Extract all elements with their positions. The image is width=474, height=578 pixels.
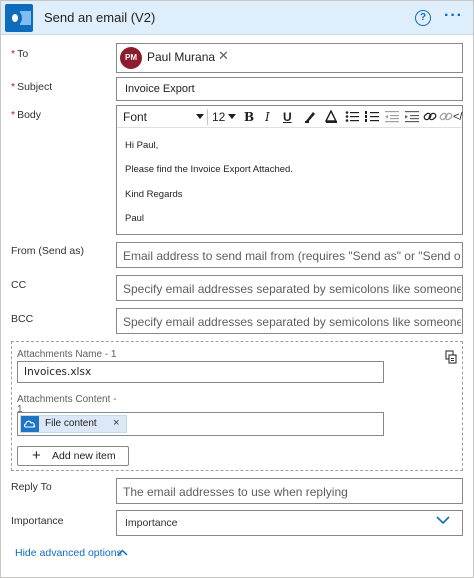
add-new-item-label: Add new item: [52, 450, 116, 462]
attachment-content-label: Attachments Content -: [17, 394, 117, 405]
remove-recipient-icon[interactable]: ✕: [218, 48, 229, 64]
from-label: From (Send as): [11, 245, 84, 257]
bcc-input[interactable]: Specify email addresses separated by sem…: [116, 308, 463, 334]
bulleted-list-icon[interactable]: [345, 110, 359, 128]
font-color-icon[interactable]: [325, 110, 338, 128]
insert-link-icon[interactable]: [423, 110, 437, 128]
attachment-name-input[interactable]: Invoices.xlsx: [17, 361, 384, 383]
italic-icon[interactable]: I: [265, 108, 270, 126]
outlook-icon: [5, 4, 33, 32]
more-options-icon[interactable]: ···: [444, 7, 466, 25]
bcc-label: BCC: [11, 313, 34, 325]
font-size-select[interactable]: 12: [212, 108, 225, 126]
attachment-name-value: Invoices.xlsx: [24, 366, 92, 378]
plus-icon: +: [32, 447, 41, 464]
body-editor[interactable]: Font 12 B I U </ Hi Paul, Please find th…: [116, 105, 463, 235]
dynamic-content-label: File content: [45, 418, 97, 429]
underline-icon[interactable]: U: [283, 108, 292, 126]
to-label: * To: [11, 48, 29, 60]
body-line: Please find the Invoice Export Attached.: [125, 164, 293, 175]
bold-icon[interactable]: B: [244, 108, 254, 126]
attachment-name-label: Attachments Name - 1: [17, 349, 117, 360]
reply-to-input[interactable]: The email addresses to use when replying: [116, 478, 463, 504]
onedrive-cloud-icon: [21, 416, 39, 432]
body-line: Kind Regards: [125, 189, 183, 200]
highlight-pen-icon[interactable]: [304, 110, 317, 128]
font-chevron-icon[interactable]: [196, 114, 204, 132]
attachments-group: Attachments Name - 1 Invoices.xlsx Attac…: [11, 341, 463, 471]
from-input[interactable]: Email address to send mail from (require…: [116, 242, 463, 268]
card-header[interactable]: Send an email (V2) ? ···: [1, 1, 473, 35]
remove-token-icon[interactable]: ×: [113, 417, 119, 429]
bcc-placeholder: Specify email addresses separated by sem…: [123, 315, 461, 329]
avatar: PM: [120, 47, 142, 69]
importance-selected: Importance: [125, 517, 178, 529]
action-card: Send an email (V2) ? ··· * To PM Paul Mur…: [0, 0, 474, 578]
subject-label: * Subject: [11, 81, 53, 93]
body-line: Hi Paul,: [125, 140, 159, 151]
increase-indent-icon[interactable]: [405, 110, 419, 128]
code-view-icon[interactable]: </: [453, 108, 465, 126]
reply-to-label: Reply To: [11, 481, 52, 493]
toolbar-divider: [207, 109, 208, 125]
help-icon[interactable]: ?: [415, 10, 431, 26]
subject-input[interactable]: Invoice Export: [116, 77, 463, 101]
chevron-up-icon[interactable]: [117, 549, 128, 556]
recipient-name: Paul Murana: [147, 50, 216, 64]
from-placeholder: Email address to send mail from (require…: [123, 249, 461, 263]
cc-input[interactable]: Specify email addresses separated by sem…: [116, 275, 463, 301]
switch-input-mode-icon[interactable]: [445, 350, 457, 364]
numbered-list-icon[interactable]: [365, 110, 379, 128]
subject-value: Invoice Export: [125, 83, 195, 95]
body-label: * Body: [11, 109, 42, 121]
body-line: Paul: [125, 213, 145, 224]
to-field[interactable]: PM Paul Murana ✕: [116, 43, 463, 73]
remove-link-icon[interactable]: [439, 110, 453, 128]
font-size-chevron-icon[interactable]: [228, 114, 236, 132]
reply-to-placeholder: The email addresses to use when replying: [123, 485, 348, 499]
decrease-indent-icon[interactable]: [385, 110, 399, 128]
recipient-token[interactable]: PM Paul Murana ✕: [120, 47, 230, 69]
font-select[interactable]: Font: [123, 108, 147, 126]
outlook-o-shape: [8, 10, 22, 26]
action-title[interactable]: Send an email (V2): [44, 10, 155, 25]
cc-label: CC: [11, 279, 27, 291]
importance-label: Importance: [11, 515, 64, 527]
rich-text-toolbar: Font 12 B I U </: [117, 106, 462, 128]
attachment-content-input[interactable]: File content ×: [17, 412, 384, 436]
hide-advanced-options-link[interactable]: Hide advanced options: [15, 547, 122, 559]
dynamic-content-token[interactable]: File content ×: [20, 415, 127, 433]
chevron-down-icon[interactable]: [436, 516, 450, 525]
importance-dropdown[interactable]: Importance: [116, 510, 463, 536]
cc-placeholder: Specify email addresses separated by sem…: [123, 282, 461, 296]
add-new-item-button[interactable]: + Add new item: [17, 446, 129, 466]
